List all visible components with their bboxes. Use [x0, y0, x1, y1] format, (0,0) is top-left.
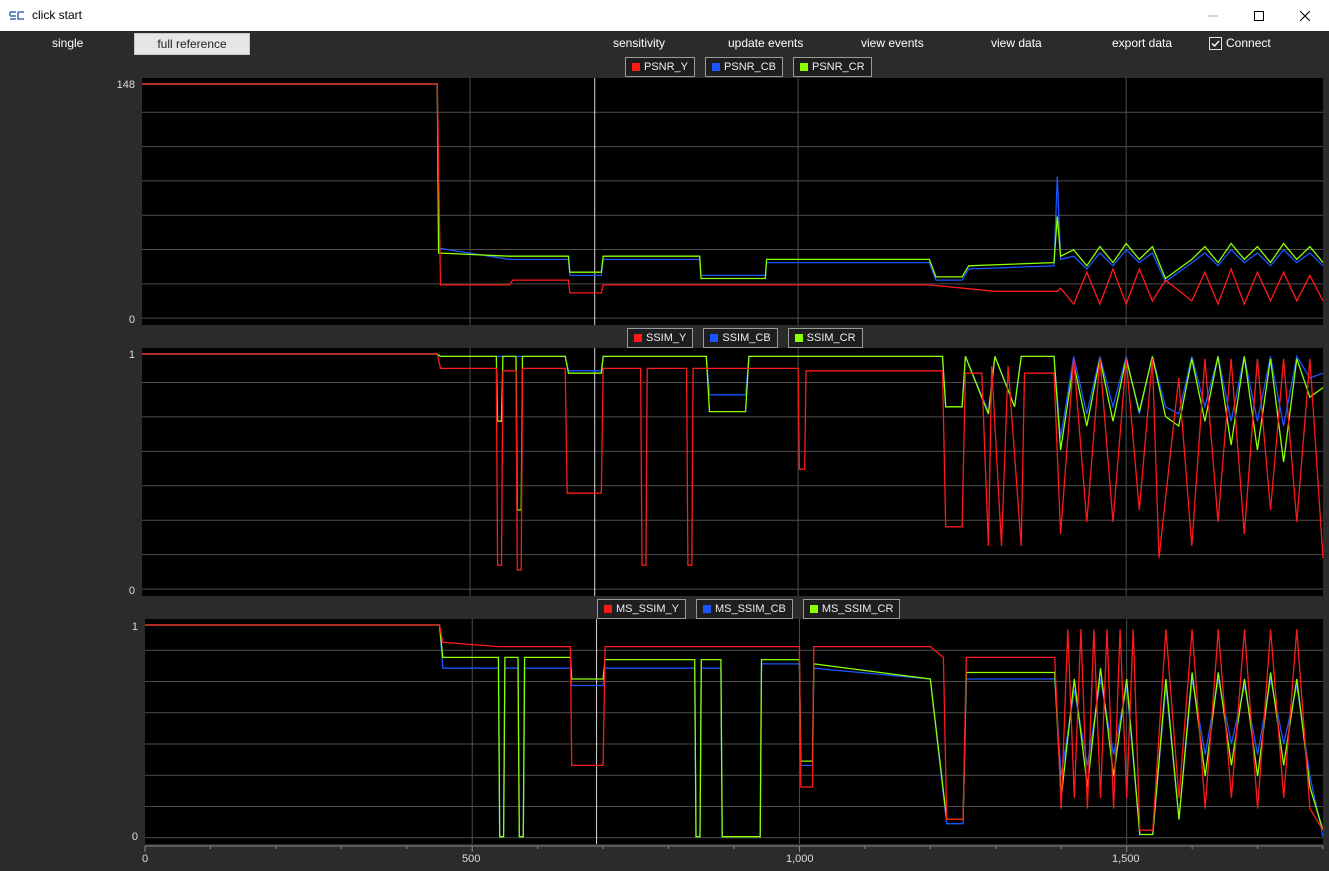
plot-area[interactable]: [142, 78, 1323, 325]
x-axis: [144, 845, 1324, 852]
plot-area[interactable]: [145, 619, 1323, 844]
psnr-plot[interactable]: [0, 0, 1329, 871]
ssim-panel: [142, 348, 1324, 596]
psnr-panel: [142, 78, 1324, 325]
ms-ssim-panel: [145, 619, 1324, 844]
